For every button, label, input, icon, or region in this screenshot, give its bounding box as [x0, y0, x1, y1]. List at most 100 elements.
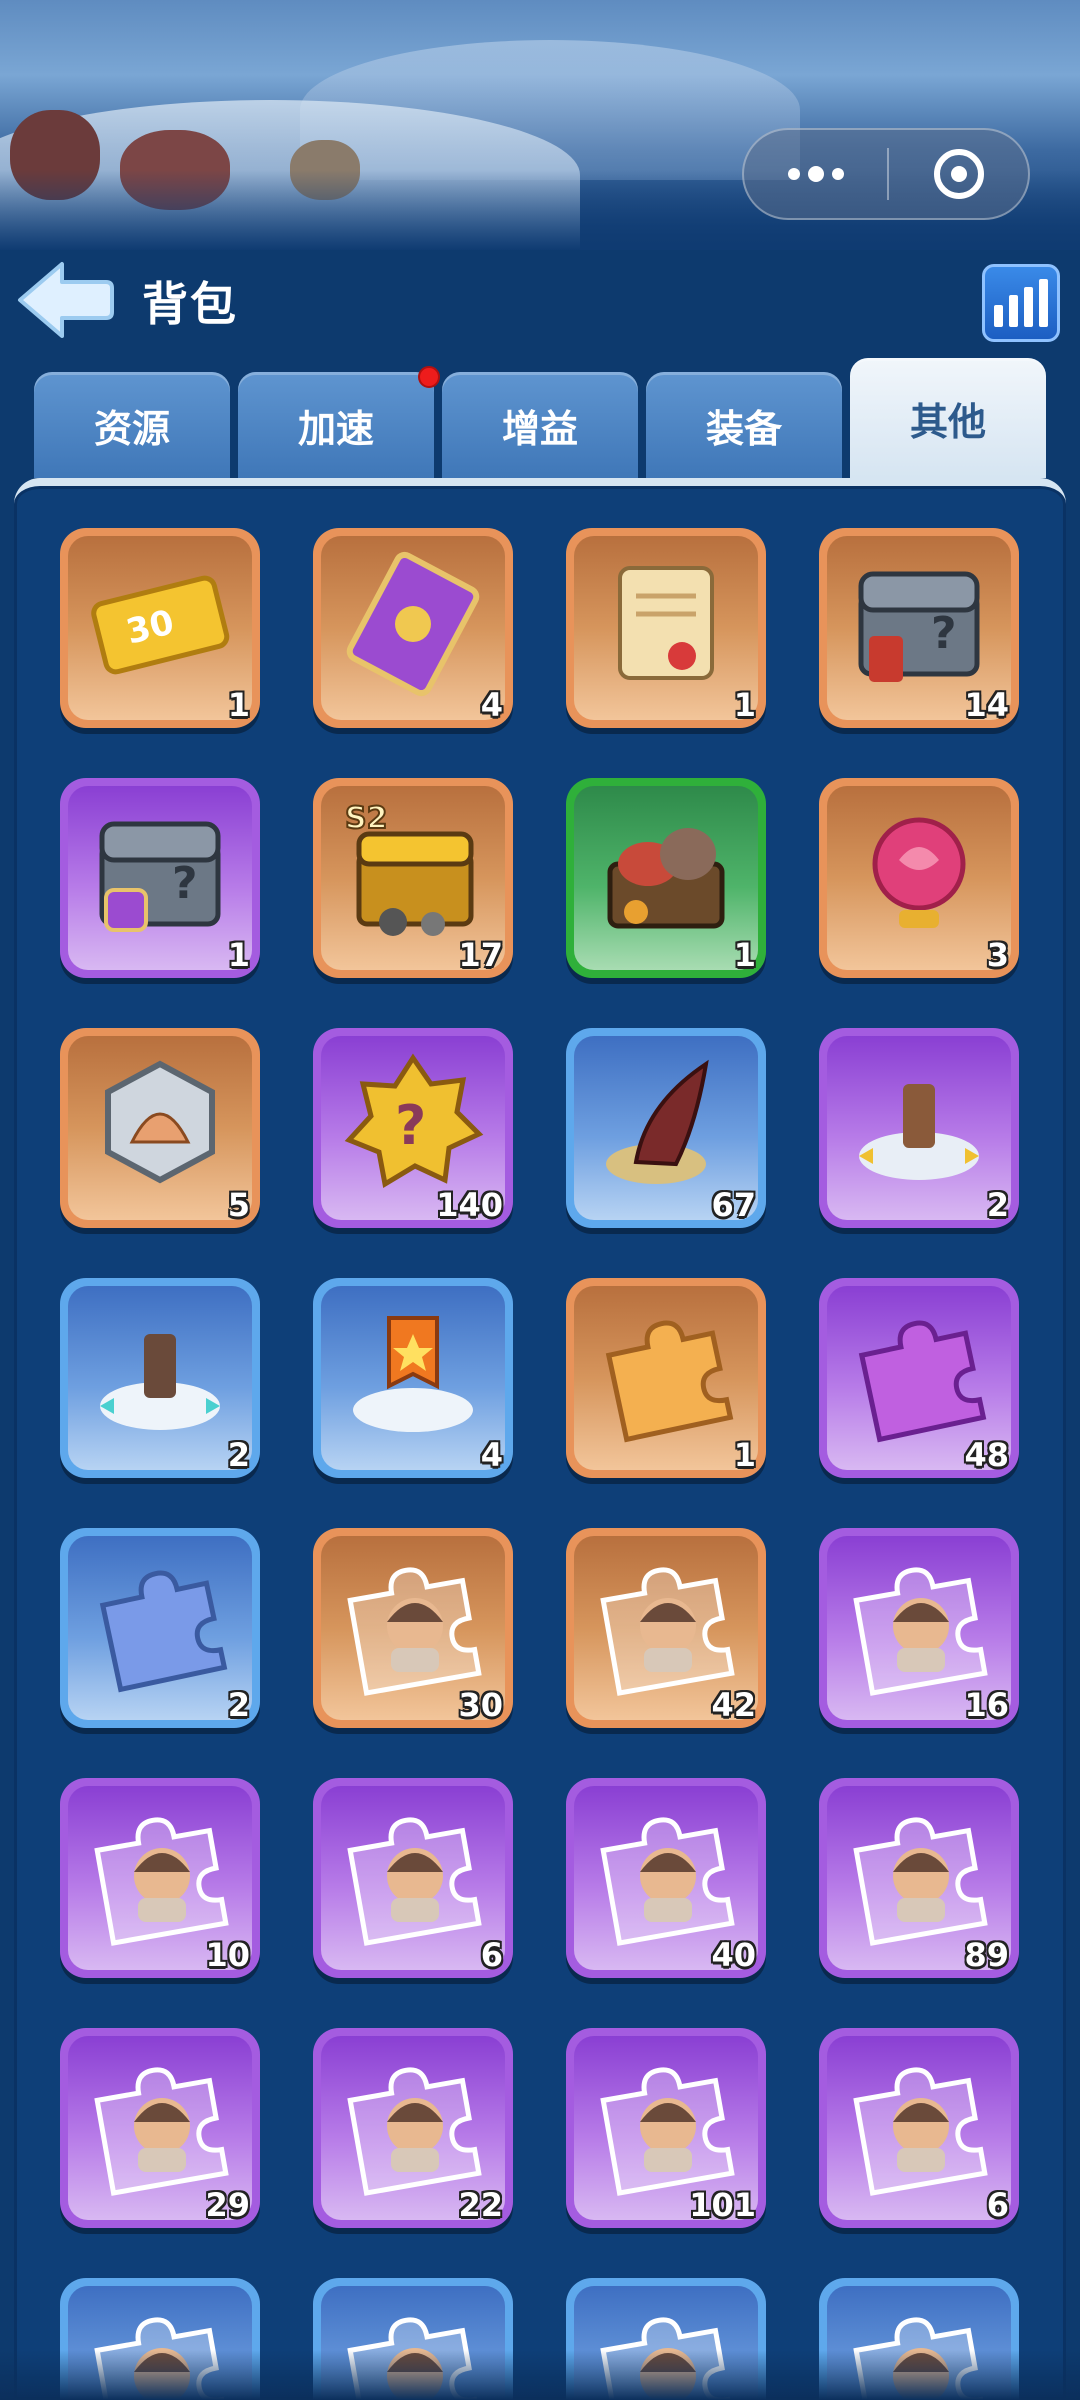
item-count: 101: [689, 2186, 756, 2224]
hero-puzzle-icon: [600, 1817, 735, 1946]
item-count: 14: [964, 686, 1009, 724]
hero-puzzle-icon: [853, 2067, 988, 2196]
mystery-chest-icon: ?: [858, 571, 980, 682]
inventory-item[interactable]: S2 17: [313, 778, 513, 978]
tab-resources[interactable]: 资源: [34, 372, 230, 478]
item-count: 2: [227, 1686, 250, 1724]
close-target-icon[interactable]: [889, 130, 1028, 218]
inventory-item[interactable]: ? 1: [60, 778, 260, 978]
item-count: 1: [733, 1436, 756, 1474]
puzzle-purple-icon: [858, 1320, 987, 1443]
hero-puzzle-icon: [94, 2067, 229, 2196]
inventory-item[interactable]: 101: [566, 2028, 766, 2228]
inventory-item[interactable]: 6: [819, 2028, 1019, 2228]
hero-puzzle-icon: [853, 1567, 988, 1696]
item-count: 6: [986, 2186, 1009, 2224]
rose-icon: [872, 817, 966, 928]
inventory-item[interactable]: 1: [566, 528, 766, 728]
tab-other[interactable]: 其他: [850, 358, 1046, 478]
inventory-item[interactable]: 67: [566, 1028, 766, 1228]
inventory-item[interactable]: 10: [60, 1778, 260, 1978]
item-count: 4: [480, 1436, 503, 1474]
banner-relocate-icon: [353, 1316, 473, 1432]
item-count: 2: [986, 1186, 1009, 1224]
tab-label: 加速: [297, 406, 374, 451]
tab-label: 装备: [705, 406, 782, 451]
hero-puzzle-icon: [347, 1567, 482, 1696]
item-count: 3: [986, 936, 1009, 974]
inventory-item[interactable]: 42: [566, 1528, 766, 1728]
item-count: 16: [964, 1686, 1009, 1724]
page-title: 背包: [142, 277, 238, 331]
mystery-badge-icon: ?: [344, 1053, 484, 1188]
inventory-item[interactable]: 2: [819, 1028, 1019, 1228]
tab-label: 其他: [909, 399, 986, 444]
tab-label: 增益: [501, 406, 578, 451]
hero-puzzle-icon: [347, 1817, 482, 1946]
item-count: 1: [227, 686, 250, 724]
item-count: 67: [711, 1186, 756, 1224]
svg-text:S2: S2: [345, 801, 387, 836]
mystery-chest-purple-icon: ?: [99, 821, 221, 932]
tab-bar: 资源 加速 增益 装备 其他: [34, 358, 1046, 478]
inventory-item[interactable]: 4: [313, 1278, 513, 1478]
item-count: 1: [733, 936, 756, 974]
claw-icon: [606, 1059, 709, 1184]
hero-puzzle-icon: [94, 1817, 229, 1946]
item-count: 2: [227, 1436, 250, 1474]
inventory-item[interactable]: ? 140: [313, 1028, 513, 1228]
inventory-item[interactable]: 30: [313, 1528, 513, 1728]
tab-boosts[interactable]: 增益: [442, 372, 638, 478]
inventory-item[interactable]: 48: [819, 1278, 1019, 1478]
inventory-item[interactable]: 1: [566, 778, 766, 978]
inventory-item[interactable]: 29: [60, 2028, 260, 2228]
hero-puzzle-icon: [600, 1567, 735, 1696]
item-count: 5: [227, 1186, 250, 1224]
tab-equipment[interactable]: 装备: [646, 372, 842, 478]
food-crate-icon: [607, 828, 725, 929]
inventory-item[interactable]: 16: [819, 1528, 1019, 1728]
item-count: 17: [458, 936, 503, 974]
item-count: 40: [711, 1936, 756, 1974]
inventory-item[interactable]: 30 1: [60, 528, 260, 728]
item-count: 48: [964, 1436, 1009, 1474]
inventory-item[interactable]: 89: [819, 1778, 1019, 1978]
svg-text:?: ?: [395, 1094, 426, 1157]
puzzle-orange-icon: [605, 1320, 734, 1443]
item-count: 42: [711, 1686, 756, 1724]
item-count: 89: [964, 1936, 1009, 1974]
hero-puzzle-icon: [347, 2067, 482, 2196]
hero-puzzle-icon: [853, 1817, 988, 1946]
item-count: 140: [436, 1186, 503, 1224]
tab-speedup[interactable]: 加速: [238, 366, 440, 478]
inventory-item[interactable]: ? 14: [819, 528, 1019, 728]
mini-program-capsule: [742, 128, 1030, 220]
inventory-item[interactable]: 1: [566, 1278, 766, 1478]
item-count: 10: [205, 1936, 250, 1974]
item-count: 1: [227, 936, 250, 974]
svg-text:?: ?: [931, 608, 957, 659]
svg-text:?: ?: [172, 858, 198, 909]
inventory-item[interactable]: 5: [60, 1028, 260, 1228]
tab-label: 资源: [93, 406, 170, 451]
inventory-item[interactable]: 3: [819, 778, 1019, 978]
more-menu-icon[interactable]: [744, 130, 887, 218]
item-count: 22: [458, 2186, 503, 2224]
shell-token-icon: [105, 1060, 215, 1184]
notification-dot: [418, 366, 440, 388]
back-button[interactable]: [14, 258, 114, 342]
inventory-item[interactable]: 4: [313, 528, 513, 728]
item-count: 6: [480, 1936, 503, 1974]
inventory-item[interactable]: 2: [60, 1278, 260, 1478]
statue-relocate-blue-icon: [100, 1334, 220, 1430]
inventory-item[interactable]: 22: [313, 2028, 513, 2228]
inventory-item[interactable]: 2: [60, 1528, 260, 1728]
ticket-30-icon: 30: [91, 575, 230, 675]
item-count: 4: [480, 686, 503, 724]
stats-button[interactable]: [982, 264, 1060, 342]
inventory-item[interactable]: 40: [566, 1778, 766, 1978]
item-count: 29: [205, 2186, 250, 2224]
inventory-item[interactable]: 6: [313, 1778, 513, 1978]
hero-puzzle-icon: [600, 2067, 735, 2196]
back-arrow-icon: [18, 262, 114, 338]
